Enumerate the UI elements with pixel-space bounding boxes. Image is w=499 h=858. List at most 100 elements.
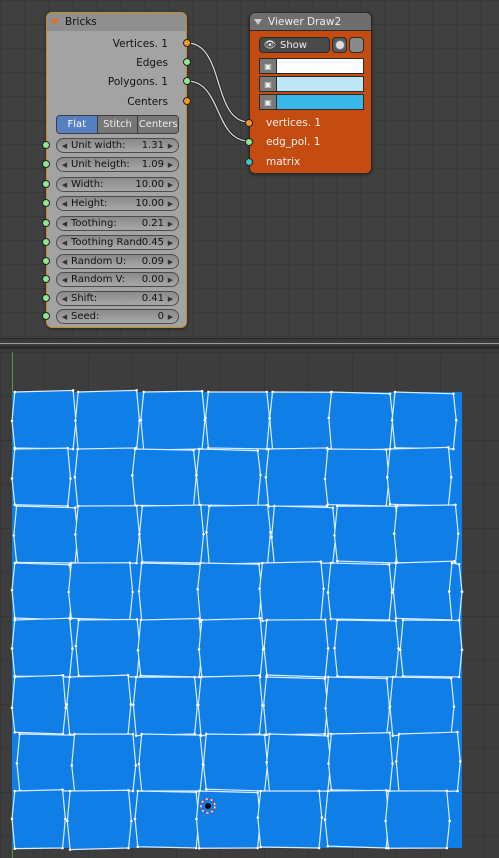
field-value: 1.31 (141, 140, 164, 151)
mesh-vertex (196, 587, 199, 591)
mesh-cell (75, 618, 141, 678)
mode-flat-button[interactable]: Flat (57, 116, 98, 133)
input-socket-shift[interactable] (42, 294, 50, 302)
output-socket-vertices[interactable] (183, 39, 191, 47)
seed-field[interactable]: ◀ Seed: 0 ▶ (56, 309, 179, 324)
increment-arrow-icon[interactable]: ▶ (167, 313, 174, 321)
mesh-vertex (73, 506, 77, 510)
output-socket-polygons[interactable] (183, 77, 191, 85)
mode-stitch-button[interactable]: Stitch (97, 116, 139, 133)
input-socket-random-v[interactable] (42, 275, 50, 283)
mesh-cell (269, 391, 335, 450)
collapse-triangle-icon[interactable] (51, 19, 59, 25)
mesh-vertex (261, 619, 264, 623)
link-polygons-inner (186, 80, 250, 142)
face-color-row[interactable]: ▣ (259, 94, 364, 110)
increment-arrow-icon[interactable]: ▶ (167, 276, 174, 284)
unit-height-field[interactable]: ◀ Unit heigth: 1.09 ▶ (56, 157, 179, 172)
random-v-field[interactable]: ◀ Random V: 0.00 ▶ (56, 272, 179, 287)
mesh-vertex (391, 675, 395, 679)
3d-viewport[interactable] (0, 352, 499, 858)
mesh-vertex (259, 789, 262, 793)
field-label: Width: (71, 179, 104, 190)
mesh-vertex (391, 762, 394, 765)
mode-centers-button[interactable]: Centers (138, 116, 178, 133)
area-divider[interactable] (0, 338, 499, 352)
bricks-node-header[interactable]: Bricks (47, 13, 186, 31)
input-socket-matrix[interactable] (245, 158, 253, 166)
mesh-cell (16, 733, 82, 792)
decrement-arrow-icon[interactable]: ◀ (61, 313, 68, 321)
input-socket-unit-width[interactable] (42, 141, 50, 149)
collapse-triangle-icon[interactable] (254, 18, 262, 25)
decrement-arrow-icon[interactable]: ◀ (61, 258, 68, 266)
toothing-field[interactable]: ◀ Toothing: 0.21 ▶ (56, 216, 179, 231)
shift-field[interactable]: ◀ Shift: 0.41 ▶ (56, 291, 179, 306)
3d-cursor-icon[interactable] (198, 796, 218, 816)
viewer-draw-node[interactable]: Viewer Draw2 👁 Show ▣ ▣ ▣ vertices. 1 ed… (245, 12, 372, 174)
increment-arrow-icon[interactable]: ▶ (167, 161, 174, 169)
mesh-vertex (61, 674, 65, 677)
decrement-arrow-icon[interactable]: ◀ (61, 239, 68, 247)
increment-arrow-icon[interactable]: ▶ (167, 258, 174, 266)
edge-color-row[interactable]: ▣ (259, 76, 364, 92)
input-socket-toothing-rand[interactable] (42, 238, 50, 246)
decrement-arrow-icon[interactable]: ◀ (61, 142, 68, 150)
mesh-cell (11, 617, 74, 678)
random-u-field[interactable]: ◀ Random U: 0.09 ▶ (56, 254, 179, 269)
mesh-cell (138, 504, 205, 564)
mesh-vertex (454, 418, 458, 422)
mesh-vertex (460, 648, 464, 652)
mesh-vertex (74, 419, 77, 422)
shading-sphere-button[interactable] (332, 37, 348, 53)
node-editor[interactable]: Bricks Vertices. 1 Edges Polygons. 1 Cen… (0, 0, 499, 338)
vertex-color-row[interactable]: ▣ (259, 58, 364, 74)
input-socket-edg-pol[interactable] (245, 138, 253, 146)
mesh-vertex (327, 675, 330, 679)
mesh-vertex (64, 817, 67, 821)
decrement-arrow-icon[interactable]: ◀ (61, 276, 68, 284)
input-socket-unit-height[interactable] (42, 160, 50, 168)
decrement-arrow-icon[interactable]: ◀ (61, 200, 68, 208)
decrement-arrow-icon[interactable]: ◀ (61, 295, 68, 303)
bricks-node[interactable]: Bricks Vertices. 1 Edges Polygons. 1 Cen… (42, 12, 191, 328)
height-field[interactable]: ◀ Height: 10.00 ▶ (56, 196, 179, 211)
decrement-arrow-icon[interactable]: ◀ (61, 181, 68, 189)
mesh-vertex (326, 447, 330, 451)
output-socket-centers[interactable] (183, 97, 191, 105)
input-socket-height[interactable] (42, 199, 50, 207)
increment-arrow-icon[interactable]: ▶ (167, 181, 174, 189)
increment-arrow-icon[interactable]: ▶ (167, 239, 174, 247)
field-label: Toothing: (71, 218, 117, 229)
input-socket-width[interactable] (42, 180, 50, 188)
toothing-rand-field[interactable]: ◀ Toothing Rand: 0.45 ▶ (56, 235, 179, 250)
input-socket-vertices[interactable] (245, 119, 253, 127)
edge-color-swatch[interactable] (277, 77, 363, 91)
increment-arrow-icon[interactable]: ▶ (167, 142, 174, 150)
extra-toggle-button[interactable] (349, 37, 364, 53)
mesh-cell (448, 562, 463, 623)
increment-arrow-icon[interactable]: ▶ (167, 295, 174, 303)
mesh-cell (328, 391, 394, 452)
unit-width-field[interactable]: ◀ Unit width: 1.31 ▶ (56, 138, 179, 153)
width-field[interactable]: ◀ Width: 10.00 ▶ (56, 177, 179, 192)
face-color-swatch[interactable] (277, 95, 363, 109)
mesh-vertex (18, 732, 21, 736)
increment-arrow-icon[interactable]: ▶ (167, 220, 174, 228)
input-socket-toothing[interactable] (42, 219, 50, 227)
mesh-vertex (329, 617, 333, 621)
input-socket-random-u[interactable] (42, 257, 50, 265)
mesh-cell (11, 447, 72, 507)
output-socket-edges[interactable] (183, 58, 191, 66)
show-toggle-button[interactable]: 👁 Show (259, 37, 331, 53)
mesh-vertex (448, 819, 451, 823)
input-socket-seed[interactable] (42, 312, 50, 320)
viewer-node-header[interactable]: Viewer Draw2 (250, 13, 371, 31)
decrement-arrow-icon[interactable]: ◀ (61, 220, 68, 228)
vertex-color-swatch[interactable] (277, 59, 363, 73)
increment-arrow-icon[interactable]: ▶ (167, 200, 174, 208)
decrement-arrow-icon[interactable]: ◀ (61, 161, 68, 169)
mesh-cell (324, 676, 391, 735)
sphere-icon (334, 40, 345, 50)
field-label: Unit width: (71, 140, 126, 151)
